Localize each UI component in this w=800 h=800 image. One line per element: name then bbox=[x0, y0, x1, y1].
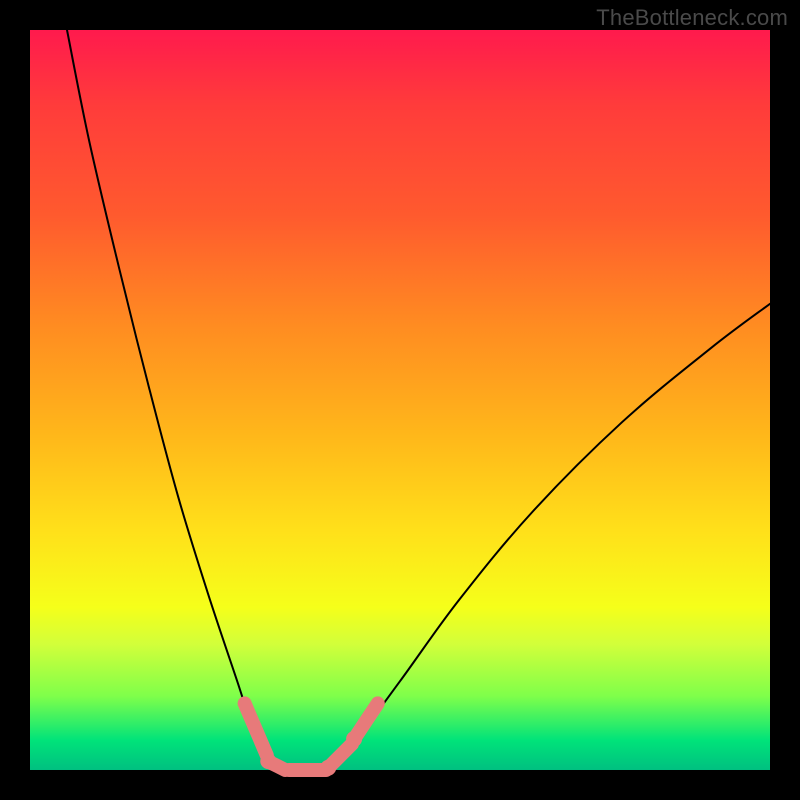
series-marker-overlay-dot-1 bbox=[320, 760, 336, 776]
series-bottleneck-curve-left bbox=[67, 30, 282, 770]
watermark-label: TheBottleneck.com bbox=[596, 5, 788, 31]
series-marker-overlay-dot-0 bbox=[260, 753, 276, 769]
series-marker-overlay-seg-4 bbox=[356, 703, 378, 736]
series-marker-overlay-seg-0 bbox=[245, 703, 267, 755]
series-bottleneck-curve-right bbox=[326, 304, 770, 770]
chart-svg bbox=[30, 30, 770, 770]
chart-frame: TheBottleneck.com bbox=[0, 0, 800, 800]
plot-area bbox=[30, 30, 770, 770]
series-marker-overlay-dot-2 bbox=[346, 731, 362, 747]
